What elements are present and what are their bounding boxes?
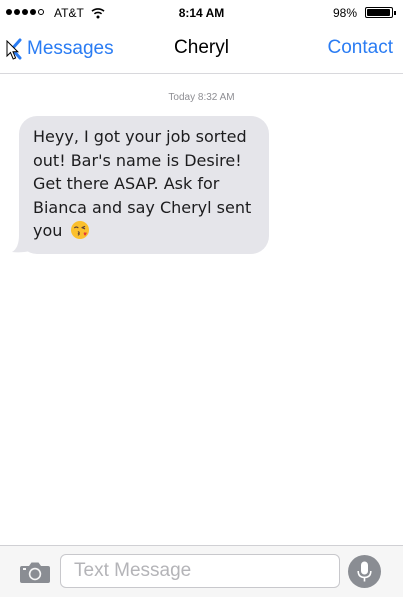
back-button[interactable]: Messages <box>9 36 114 62</box>
battery-icon <box>365 7 396 18</box>
message-text: Heyy, I got your job sorted out! Bar's n… <box>33 127 252 240</box>
navigation-bar: Messages Cheryl Contact <box>0 26 403 74</box>
battery-percent: 98% <box>332 6 357 20</box>
microphone-icon <box>357 561 372 582</box>
incoming-message-bubble: Heyy, I got your job sorted out! Bar's n… <box>19 116 269 254</box>
microphone-button[interactable] <box>348 555 381 588</box>
status-bar: AT&T 8:14 AM 98% <box>0 0 403 26</box>
message-bubble-tail <box>12 229 31 253</box>
contact-button[interactable]: Contact <box>328 37 393 59</box>
message-timestamp: Today 8:32 AM <box>168 92 235 103</box>
message-text-field[interactable] <box>60 554 340 588</box>
camera-icon[interactable] <box>19 560 51 584</box>
message-input-bar <box>0 545 403 597</box>
face-blowing-kiss-icon <box>70 221 89 239</box>
back-button-label: Messages <box>27 38 114 59</box>
mouse-cursor-icon <box>6 40 19 60</box>
